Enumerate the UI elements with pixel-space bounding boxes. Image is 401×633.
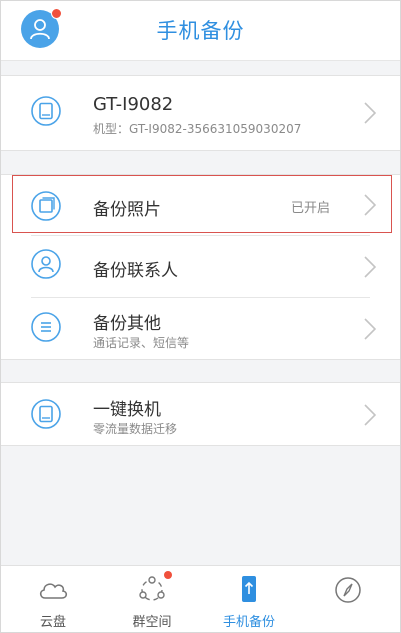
cloud-icon	[39, 583, 68, 599]
transfer-sub: 零流量数据迁移	[93, 422, 178, 436]
phone-backup-icon	[242, 576, 256, 602]
backup-contacts-label: 备份联系人	[93, 261, 178, 281]
list-icon	[31, 312, 61, 342]
app-frame: 手机备份 GT-I9082 机型：GT-I9082-35663105903020…	[0, 0, 401, 633]
contact-icon	[31, 249, 61, 279]
notification-badge	[164, 571, 172, 579]
device-model: 机型：GT-I9082-356631059030207	[93, 122, 302, 136]
bottom-nav: 云盘 群空间 手机备份	[1, 565, 400, 632]
tablet-icon	[31, 399, 61, 429]
transfer-label: 一键换机	[93, 400, 161, 420]
tab-label: 手机备份	[222, 615, 275, 630]
chevron-right-icon	[364, 404, 376, 426]
group-space-icon	[139, 576, 165, 601]
device-row[interactable]: GT-I9082 机型：GT-I9082-356631059030207	[1, 76, 400, 150]
backup-other-sub: 通话记录、短信等	[93, 336, 190, 350]
transfer-section: 一键换机 零流量数据迁移	[1, 382, 400, 446]
device-name: GT-I9082	[93, 94, 174, 115]
compass-icon	[335, 577, 361, 603]
device-section: GT-I9082 机型：GT-I9082-356631059030207	[1, 75, 400, 151]
one-key-transfer-row[interactable]: 一键换机 零流量数据迁移	[1, 383, 400, 445]
backup-other-row[interactable]: 备份其他 通话记录、短信等	[1, 297, 400, 359]
tab-cloud-disk[interactable]: 云盘	[3, 566, 103, 632]
tab-label: 云盘	[39, 615, 66, 630]
page-title: 手机备份	[156, 19, 245, 43]
backup-contacts-row[interactable]: 备份联系人	[1, 235, 400, 297]
tab-group-space[interactable]: 群空间	[102, 566, 202, 632]
tab-phone-backup[interactable]: 手机备份	[199, 566, 299, 632]
row-divider	[31, 297, 370, 298]
chevron-right-icon	[364, 256, 376, 278]
tablet-icon	[31, 96, 61, 126]
chevron-right-icon	[364, 318, 376, 340]
top-bar: 手机备份	[1, 1, 400, 61]
row-divider	[31, 235, 370, 236]
tab-discover[interactable]	[298, 566, 398, 632]
chevron-right-icon	[364, 102, 376, 124]
tab-label: 群空间	[132, 615, 172, 630]
highlight-box	[12, 175, 392, 233]
backup-other-label: 备份其他	[93, 314, 161, 334]
